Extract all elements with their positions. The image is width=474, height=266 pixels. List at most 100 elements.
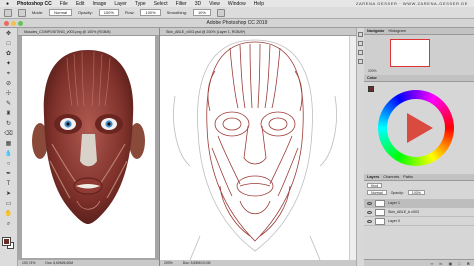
navigator-preview[interactable]	[390, 39, 430, 67]
tab-histogram[interactable]: Histogram	[389, 28, 406, 34]
layer-name[interactable]: Layer 0	[388, 219, 400, 223]
properties-panel-icon[interactable]	[358, 41, 363, 46]
healing-tool-icon[interactable]: ☩	[4, 90, 14, 98]
opacity-field[interactable]: 100%	[98, 9, 119, 16]
canvas-sketch[interactable]	[160, 36, 350, 261]
menu-layer[interactable]: Layer	[114, 1, 127, 7]
link-layers-icon[interactable]: ∞	[430, 261, 433, 266]
options-bar: Mode: Normal Opacity: 100% Flow: 100% Sm…	[0, 7, 474, 19]
foreground-color-swatch[interactable]	[1, 237, 11, 246]
eyedropper-tool-icon[interactable]: ⊘	[4, 80, 14, 88]
visibility-eye-icon[interactable]	[367, 210, 372, 214]
layer-filter-kind[interactable]: Kind	[367, 183, 383, 188]
move-tool-icon[interactable]: ✥	[4, 30, 14, 38]
document-tab-sketch[interactable]: Skin_ABLE_v003.psd @ 200% (Layer 1, RGB/…	[160, 28, 357, 36]
home-icon[interactable]	[4, 8, 12, 17]
nose-cartilage	[80, 134, 97, 167]
gradient-tool-icon[interactable]: ▦	[4, 140, 14, 148]
brush-tool-icon[interactable]: ✎	[4, 100, 14, 108]
tab-layers[interactable]: Layers	[367, 174, 379, 180]
layer-thumbnail	[375, 217, 385, 225]
visibility-eye-icon[interactable]	[367, 219, 372, 223]
brush-preset-icon[interactable]	[18, 8, 26, 17]
layer-name[interactable]: Skin_ABLE_b.v003	[388, 210, 419, 214]
menu-help[interactable]: Help	[254, 1, 264, 7]
layer-row[interactable]: Layer 0	[364, 217, 474, 226]
color-triangle[interactable]	[407, 113, 433, 143]
layer-row[interactable]: Layer 1	[364, 199, 474, 208]
blend-mode-select[interactable]: Normal	[367, 190, 387, 195]
type-tool-icon[interactable]: T	[4, 180, 14, 188]
canvas-reference[interactable]	[22, 36, 155, 258]
navigator-tabs: Navigator Histogram	[364, 28, 474, 35]
tab-paths[interactable]: Paths	[403, 174, 413, 180]
layers-tabs: Layers Channels Paths	[364, 174, 474, 181]
mode-select[interactable]: Normal	[49, 9, 73, 16]
doc-size-readout: Doc: 6,60M/6,60M	[45, 261, 74, 265]
menu-file[interactable]: File	[60, 1, 68, 7]
red-muscle-lines	[206, 41, 304, 242]
muscle-sketch-drawing	[173, 39, 337, 261]
dodge-tool-icon[interactable]: ○	[4, 160, 14, 168]
menu-app-name[interactable]: Photoshop CC	[17, 1, 52, 7]
brush-panel-icon[interactable]	[358, 50, 363, 55]
stamp-tool-icon[interactable]: ♜	[4, 110, 14, 118]
layer-name[interactable]: Layer 1	[388, 201, 400, 205]
blur-tool-icon[interactable]: 💧	[4, 150, 14, 158]
eraser-tool-icon[interactable]: ⌫	[4, 130, 14, 138]
menu-view[interactable]: View	[209, 1, 220, 7]
menu-edit[interactable]: Edit	[76, 1, 85, 7]
layer-thumbnail	[375, 199, 385, 207]
zoom-tool-icon[interactable]: ⌕	[4, 220, 14, 228]
adjustments-panel-icon[interactable]	[358, 59, 363, 64]
hand-tool-icon[interactable]: ✋	[4, 210, 14, 218]
tab-navigator[interactable]: Navigator	[367, 28, 385, 34]
marquee-tool-icon[interactable]: □	[4, 40, 14, 48]
menu-3d[interactable]: 3D	[195, 1, 201, 7]
trash-icon[interactable]: ✖	[467, 261, 470, 266]
color-swatches[interactable]	[1, 237, 15, 250]
visibility-eye-icon[interactable]	[367, 201, 372, 205]
color-wheel[interactable]	[378, 90, 454, 166]
menu-window[interactable]: Window	[228, 1, 246, 7]
smoothing-field[interactable]: 10%	[192, 9, 211, 16]
flow-field[interactable]: 100%	[140, 9, 161, 16]
vertical-scrollbar[interactable]	[349, 36, 356, 260]
left-pupil	[66, 122, 70, 126]
pen-tool-icon[interactable]: ✒	[4, 170, 14, 178]
path-select-tool-icon[interactable]: ➤	[4, 190, 14, 198]
maximize-icon[interactable]	[18, 21, 23, 26]
document-tab-reference[interactable]: Muscles_COMPOSITING_v003.png @ 100% (RGB…	[18, 28, 159, 36]
skull-guide-lines	[173, 39, 337, 261]
tab-channels[interactable]: Channels	[383, 174, 399, 180]
lasso-tool-icon[interactable]: ✿	[4, 50, 14, 58]
layers-footer: ∞ fx ▣ □ ✖	[364, 259, 474, 266]
shape-tool-icon[interactable]: ▭	[4, 200, 14, 208]
panel-dock-icons	[356, 28, 364, 266]
layer-row[interactable]: Skin_ABLE_b.v003	[364, 208, 474, 217]
layer-opacity-field[interactable]: 100%	[407, 190, 425, 195]
brand-watermark: ZARENA GESSER · WWW.ZARENA-GESSER.DE	[355, 1, 468, 6]
window-titlebar: Adobe Photoshop CC 2019	[0, 19, 474, 28]
settings-gear-icon[interactable]	[216, 8, 225, 17]
close-icon[interactable]	[4, 21, 9, 26]
history-panel-icon[interactable]	[358, 32, 363, 37]
menu-type[interactable]: Type	[135, 1, 146, 7]
menu-image[interactable]: Image	[92, 1, 106, 7]
navigator-zoom[interactable]: 200%	[368, 69, 377, 73]
zoom-readout[interactable]: 100,74%	[22, 260, 35, 266]
menu-select[interactable]: Select	[154, 1, 168, 7]
menu-filter[interactable]: Filter	[176, 1, 187, 7]
color-panel-swatch[interactable]	[368, 86, 374, 92]
tab-color[interactable]: Color	[367, 75, 377, 81]
magic-wand-tool-icon[interactable]: ✦	[4, 60, 14, 68]
zoom-readout-sketch[interactable]: 200%	[164, 260, 173, 266]
crop-tool-icon[interactable]: ⌖	[4, 70, 14, 78]
minimize-icon[interactable]	[11, 21, 16, 26]
new-layer-icon[interactable]: □	[458, 261, 460, 266]
muscle-head-illustration	[32, 50, 145, 224]
apple-icon[interactable]: ●	[6, 1, 9, 7]
fx-icon[interactable]: fx	[439, 261, 442, 266]
mask-icon[interactable]: ▣	[448, 261, 452, 266]
history-brush-icon[interactable]: ↻	[4, 120, 14, 128]
